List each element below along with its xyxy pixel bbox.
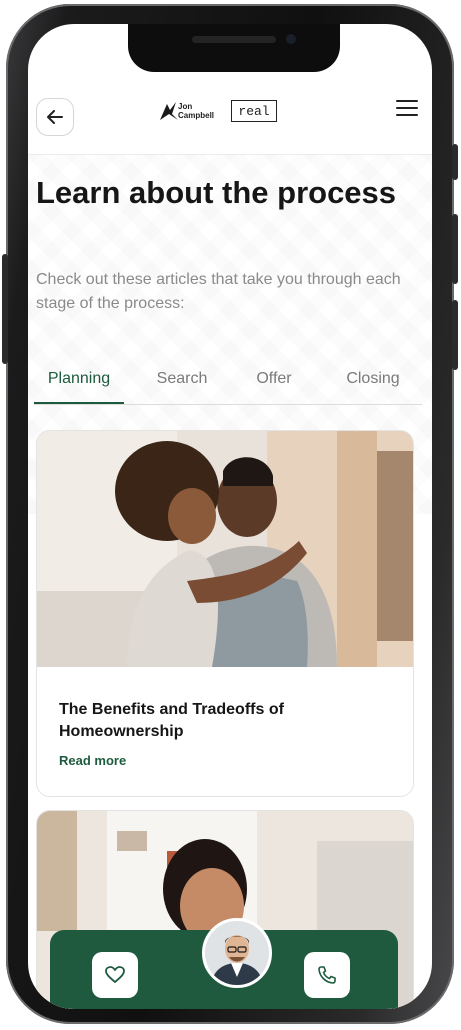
silent-switch bbox=[2, 254, 8, 364]
agent-avatar[interactable] bbox=[202, 918, 272, 988]
article-title: The Benefits and Tradeoffs of Homeowners… bbox=[59, 701, 284, 740]
call-button[interactable] bbox=[304, 952, 350, 998]
front-camera bbox=[286, 34, 296, 44]
process-tabs: Planning Search Offer Closing bbox=[34, 356, 422, 405]
header-divider bbox=[28, 154, 432, 155]
page-subtitle: Check out these articles that take you t… bbox=[36, 271, 401, 312]
logo-brand-line2: Campbell bbox=[178, 111, 215, 120]
menu-button[interactable] bbox=[396, 100, 418, 118]
volume-up-button bbox=[452, 144, 458, 180]
article-card[interactable]: The Benefits and Tradeoffs of Homeowners… bbox=[36, 430, 414, 797]
jon-campbell-logo-icon bbox=[160, 102, 178, 120]
phone-screen: Jon Campbell real Learn about the proces… bbox=[28, 24, 432, 1009]
heart-icon bbox=[105, 966, 125, 983]
page-title: Learn about the process bbox=[36, 175, 397, 210]
hamburger-menu-icon bbox=[396, 100, 418, 116]
volume-up-button bbox=[452, 214, 458, 284]
arrow-left-icon bbox=[47, 110, 63, 124]
partner-logo: real bbox=[231, 100, 277, 122]
phone-frame: Jon Campbell real Learn about the proces… bbox=[2, 4, 458, 1024]
logo-brand-line1: Jon bbox=[178, 102, 193, 111]
tab-offer[interactable]: Offer bbox=[234, 356, 314, 402]
app-header: Jon Campbell real bbox=[28, 84, 432, 154]
back-button[interactable] bbox=[36, 98, 74, 136]
favorite-button[interactable] bbox=[92, 952, 138, 998]
logo-brand: Jon Campbell bbox=[178, 102, 214, 120]
phone-icon bbox=[318, 966, 336, 984]
tab-planning[interactable]: Planning bbox=[34, 356, 124, 404]
article-image bbox=[37, 431, 413, 667]
speaker-grille bbox=[192, 36, 276, 43]
tab-closing[interactable]: Closing bbox=[324, 356, 422, 402]
contact-bar bbox=[50, 918, 398, 1009]
volume-down-button bbox=[452, 300, 458, 370]
phone-notch bbox=[128, 24, 340, 72]
agent-photo bbox=[205, 921, 269, 985]
read-more-link[interactable]: Read more bbox=[59, 753, 126, 768]
tab-search[interactable]: Search bbox=[140, 356, 224, 402]
